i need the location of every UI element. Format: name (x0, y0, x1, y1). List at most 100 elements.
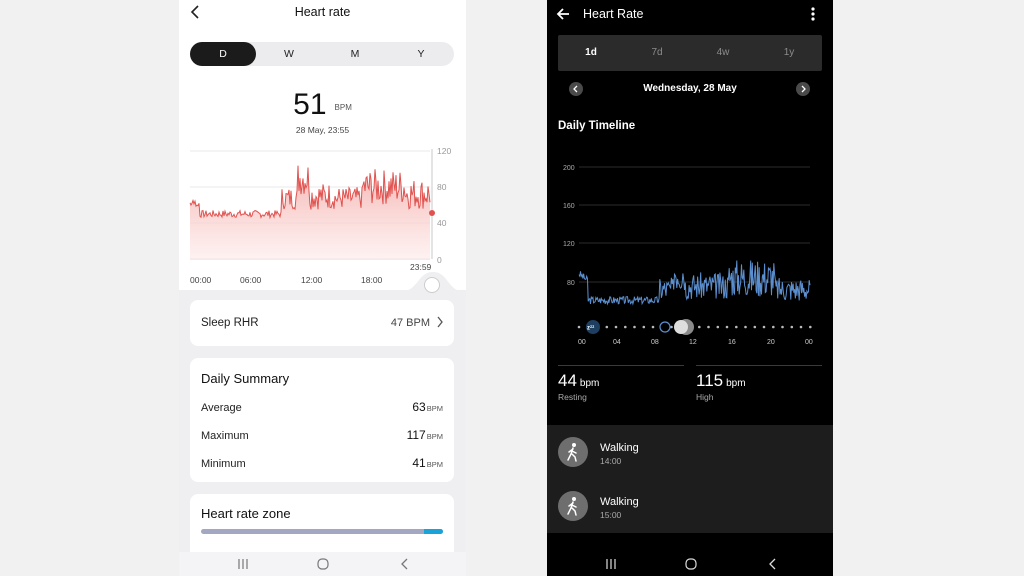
x-tick-label: 12:00 (301, 275, 323, 285)
right-phone-screen: Heart Rate 1d 7d 4w 1y Wednesday, 28 May… (547, 0, 833, 576)
chevron-right-icon (801, 85, 806, 93)
walking-icon (558, 437, 588, 467)
tab-7d[interactable]: 7d (624, 35, 690, 71)
timeline-dot (642, 325, 646, 329)
summary-value: 117BPM (406, 428, 443, 442)
timeline-dot (577, 325, 581, 329)
timeline-dot (624, 325, 627, 329)
tab-week[interactable]: W (256, 42, 322, 66)
left-phone-screen: Heart rate D W M Y 51 BPM 28 May, 23:55 (179, 0, 466, 576)
tab-4w[interactable]: 4w (690, 35, 756, 71)
timeline-dot (651, 325, 655, 329)
home-icon[interactable] (684, 556, 698, 572)
timeline-dot (744, 325, 747, 329)
x-tick-label: 12 (689, 339, 697, 346)
activity-name: Walking (600, 496, 639, 508)
period-selector: 1d 7d 4w 1y (558, 35, 822, 71)
zone-bar-segment (423, 529, 443, 534)
timeline-dot (809, 325, 812, 329)
x-tick-label: 20 (767, 339, 775, 346)
timeline-dot (753, 325, 757, 329)
walking-marker[interactable] (674, 320, 688, 334)
timeline-dot (781, 325, 784, 329)
summary-row-minimum: Minimum 41BPM (201, 456, 443, 472)
y-tick-label: 0 (437, 255, 442, 265)
timeline-dots (577, 325, 812, 329)
zone-title: Heart rate zone (201, 506, 291, 521)
sleep-rhr-value: 47 BPM (390, 317, 430, 329)
sleep-rhr-card[interactable]: Sleep RHR 47 BPM (190, 300, 454, 346)
tab-month[interactable]: M (322, 42, 388, 66)
list-item[interactable]: Walking 15:00 (558, 487, 818, 527)
selected-date: Wednesday, 28 May (643, 83, 737, 94)
x-tick-label: 00:00 (190, 275, 212, 285)
recents-icon[interactable] (236, 556, 250, 572)
timeline-dot (790, 325, 794, 329)
date-navigator: Wednesday, 28 May (547, 80, 833, 98)
zone-bar (201, 529, 443, 534)
x-tick-label: 18:00 (361, 275, 383, 285)
timeline-dot (725, 325, 729, 329)
y-tick-label: 80 (567, 280, 575, 287)
x-tick-label: 00 (805, 339, 813, 346)
app-header: Heart Rate (547, 0, 833, 28)
alarm-icon[interactable] (659, 321, 671, 333)
daily-summary-card: Daily Summary Average 63BPM Maximum 117B… (190, 358, 454, 482)
more-options-icon[interactable] (811, 6, 815, 22)
summary-label: Maximum (201, 430, 249, 442)
x-tick-label: 04 (613, 339, 621, 346)
page-title: Heart Rate (583, 7, 644, 21)
list-item[interactable]: Walking 14:00 (558, 433, 818, 473)
tab-1d[interactable]: 1d (558, 35, 624, 71)
summary-row-average: Average 63BPM (201, 400, 443, 416)
heart-rate-stats: 44 bpm Resting 115 bpm High (547, 365, 833, 413)
back-nav-icon[interactable] (766, 556, 780, 572)
y-tick-label: 200 (563, 165, 575, 172)
y-tick-label: 80 (437, 182, 447, 192)
sleep-rhr-label: Sleep RHR (201, 317, 259, 329)
tab-year[interactable]: Y (388, 42, 454, 66)
current-timestamp: 28 May, 23:55 (295, 125, 350, 135)
timeline-dot (698, 325, 701, 329)
next-day-button[interactable] (796, 82, 810, 96)
section-title: Daily Timeline (558, 120, 636, 132)
activity-time: 15:00 (600, 510, 622, 520)
activity-list: Walking 14:00 Walking 15:00 (547, 425, 833, 533)
current-heart-rate: 51 BPM (179, 88, 466, 122)
activity-time: 14:00 (600, 456, 622, 466)
x-tick-label: 06:00 (240, 275, 262, 285)
timeline-dot (716, 325, 720, 329)
summary-row-maximum: Maximum 117BPM (201, 428, 443, 444)
daily-summary-title: Daily Summary (201, 371, 290, 386)
summary-value: 63BPM (412, 400, 443, 414)
scrubber-handle[interactable] (424, 277, 440, 293)
system-nav-bar (547, 552, 833, 576)
system-nav-bar (179, 552, 466, 576)
timeline-dot (762, 325, 766, 329)
x-tick-label: 00 (578, 339, 586, 346)
timeline-dot (735, 325, 738, 329)
x-tick-label: 16 (728, 339, 736, 346)
summary-value: 41BPM (412, 456, 443, 470)
heart-rate-day-chart[interactable]: 120 80 40 0 (187, 145, 462, 275)
back-arrow-icon[interactable] (555, 6, 571, 22)
timeline-dot (614, 325, 618, 329)
y-tick-label: 160 (563, 203, 575, 210)
tab-1y[interactable]: 1y (756, 35, 822, 71)
timeline-dot (772, 325, 775, 329)
recents-icon[interactable] (604, 556, 618, 572)
current-bpm-unit: BPM (334, 103, 352, 112)
back-nav-icon[interactable] (398, 556, 412, 572)
timeline-dot (707, 325, 710, 329)
walking-icon (558, 491, 588, 521)
stat-resting: 44 bpm Resting (558, 365, 684, 413)
home-icon[interactable] (316, 556, 330, 572)
tab-day[interactable]: D (190, 42, 256, 66)
app-header: Heart rate (179, 0, 466, 26)
daily-timeline-chart[interactable]: 200 160 120 80 zᶻᶻ 00 04 08 12 16 20 00 (547, 152, 833, 352)
timeline-dot (633, 325, 636, 329)
y-tick-label: 40 (437, 218, 447, 228)
summary-label: Average (201, 402, 242, 414)
timeline-dot (605, 325, 609, 329)
y-tick-label: 120 (563, 241, 575, 248)
